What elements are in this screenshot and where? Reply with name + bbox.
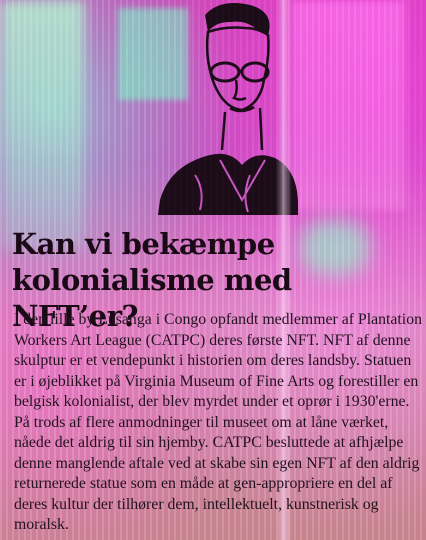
article-body: I den lille by Lusanga i Congo opfandt m… <box>14 311 422 533</box>
headline-line-1: Kan vi bekæmpe <box>12 227 275 261</box>
